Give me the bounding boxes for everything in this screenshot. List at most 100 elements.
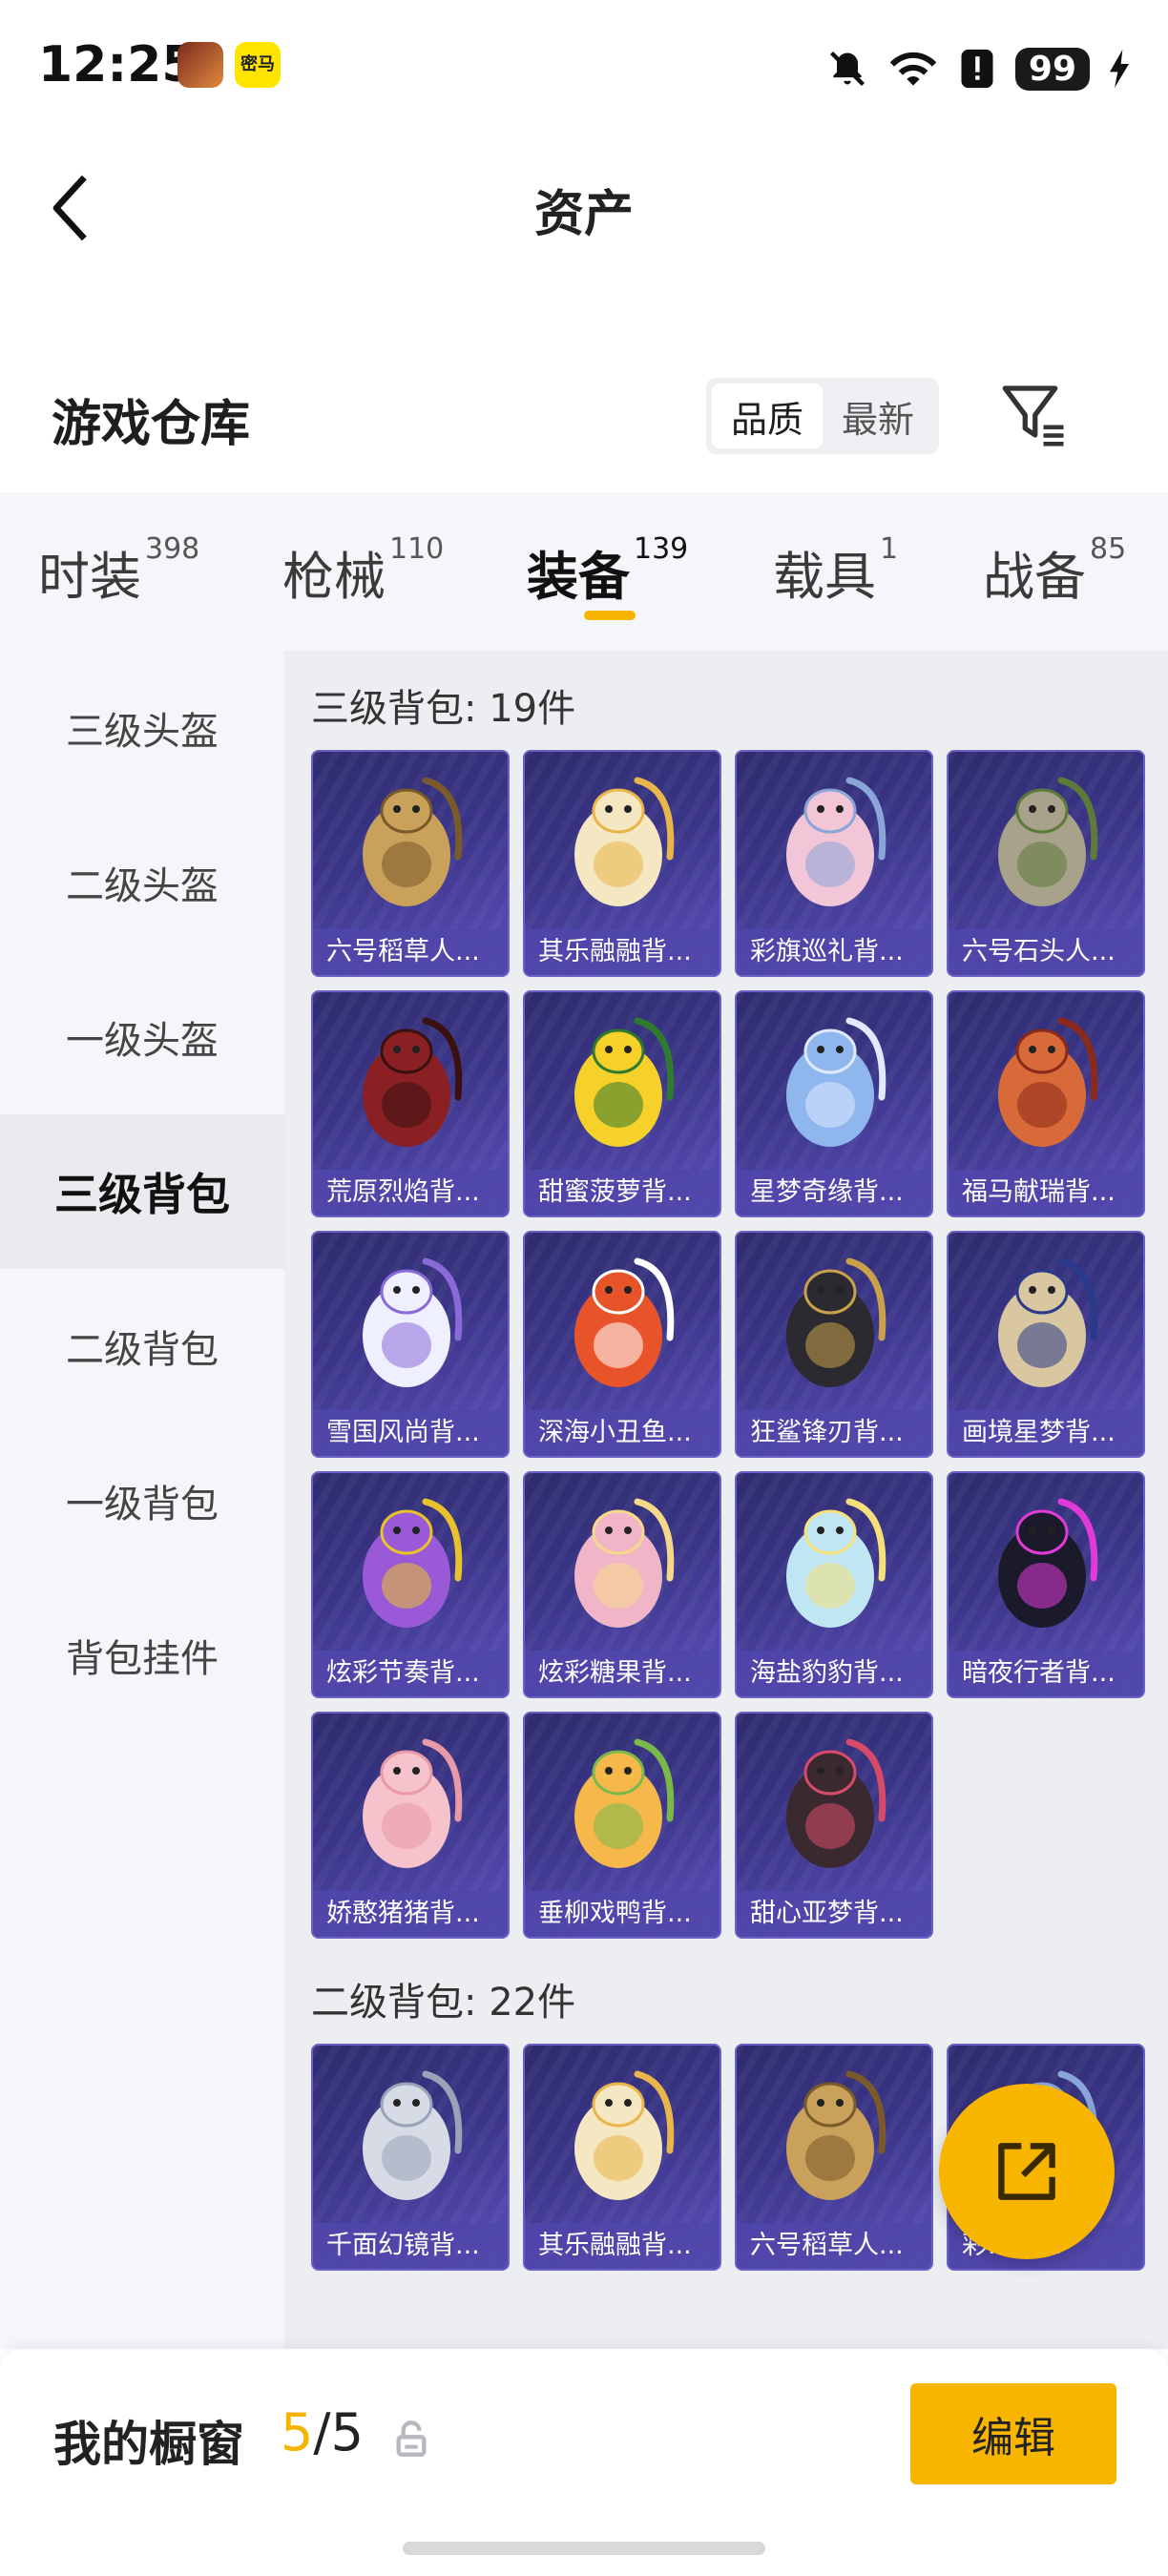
backpack-icon xyxy=(574,1017,675,1147)
backpack-icon xyxy=(998,1257,1098,1387)
item-card[interactable]: 垂柳戏鸭背... xyxy=(523,1712,721,1939)
showcase-bar: 我的橱窗 5/5 编辑 xyxy=(0,2349,1168,2576)
active-tab-indicator xyxy=(584,611,636,620)
warehouse-title: 游戏仓库 xyxy=(52,396,251,453)
backpack-icon xyxy=(786,1257,886,1387)
sort-newest-button[interactable]: 最新 xyxy=(823,384,933,448)
sidebar-item-level3-backpack[interactable]: 三级背包 xyxy=(0,1114,284,1269)
tab-label: 装备 xyxy=(527,547,630,607)
item-name: 福马献瑞背... xyxy=(949,1170,1143,1215)
item-name: 六号稻草人... xyxy=(737,2223,931,2269)
item-name: 垂柳戏鸭背... xyxy=(525,1891,720,1937)
tab-supplies[interactable]: 战备 85 xyxy=(983,532,1127,610)
backpack-icon xyxy=(998,1017,1098,1147)
filter-icon[interactable] xyxy=(1000,382,1067,448)
item-name: 荒原烈焰背... xyxy=(313,1170,508,1215)
item-card[interactable]: 千面幻镜背... xyxy=(311,2044,510,2271)
backpack-icon xyxy=(363,777,463,906)
share-export-icon xyxy=(998,2143,1055,2200)
item-name: 画境星梦背... xyxy=(949,1410,1143,1456)
status-bar: 12:25 密马 99 xyxy=(0,0,1168,134)
edit-button[interactable]: 编辑 xyxy=(910,2383,1116,2484)
item-name: 六号稻草人... xyxy=(313,929,508,975)
showcase-title: 我的橱窗 xyxy=(53,2417,244,2472)
item-name: 炫彩糖果背... xyxy=(525,1651,720,1696)
tab-count: 139 xyxy=(634,532,689,566)
item-card[interactable]: 其乐融融背... xyxy=(523,750,721,977)
backpack-icon xyxy=(786,2070,886,2200)
item-name: 炫彩节奏背... xyxy=(313,1651,508,1696)
tab-equipment[interactable]: 装备 139 xyxy=(527,532,689,610)
page-title: 资产 xyxy=(533,186,634,243)
game-hero-icon xyxy=(177,42,223,88)
item-card[interactable]: 炫彩节奏背... xyxy=(311,1471,510,1698)
item-card[interactable]: 画境星梦背... xyxy=(947,1231,1145,1458)
tab-guns[interactable]: 枪械 110 xyxy=(282,532,445,610)
sidebar-item-level1-helmet[interactable]: 一级头盔 xyxy=(0,960,284,1114)
item-name: 狂鲨锋刃背... xyxy=(737,1410,931,1456)
backpack-icon xyxy=(786,1738,886,1868)
backpack-icon xyxy=(363,1017,463,1147)
mima-app-label: 密马 xyxy=(240,54,275,74)
item-name: 甜心亚梦背... xyxy=(737,1891,931,1937)
section-title-level3: 三级背包: 19件 xyxy=(311,687,576,731)
backpack-icon xyxy=(998,1498,1098,1628)
item-card[interactable]: 娇憨猪猪背... xyxy=(311,1712,510,1939)
section-title-level2: 二级背包: 22件 xyxy=(311,1981,576,2025)
tab-vehicles[interactable]: 载具 1 xyxy=(773,532,899,610)
backpack-icon xyxy=(786,1498,886,1628)
item-name: 其乐融融背... xyxy=(525,929,720,975)
tab-count: 110 xyxy=(389,532,445,566)
tab-label: 枪械 xyxy=(282,547,386,607)
item-card[interactable]: 六号稻草人... xyxy=(311,750,510,977)
item-name: 彩旗巡礼背... xyxy=(737,929,931,975)
item-card[interactable]: 暗夜行者背... xyxy=(947,1471,1145,1698)
item-card[interactable]: 荒原烈焰背... xyxy=(311,990,510,1217)
item-card[interactable]: 六号石头人... xyxy=(947,750,1145,977)
sidebar-item-level3-helmet[interactable]: 三级头盔 xyxy=(0,651,284,805)
backpack-icon xyxy=(363,1257,463,1387)
item-card[interactable]: 星梦奇缘背... xyxy=(735,990,933,1217)
item-name: 其乐融融背... xyxy=(525,2223,720,2269)
item-card[interactable]: 甜心亚梦背... xyxy=(735,1712,933,1939)
item-name: 暗夜行者背... xyxy=(949,1651,1143,1696)
backpack-icon xyxy=(786,777,886,906)
item-name: 六号石头人... xyxy=(949,929,1143,975)
item-card[interactable]: 深海小丑鱼... xyxy=(523,1231,721,1458)
sort-quality-button[interactable]: 品质 xyxy=(712,384,823,448)
item-card[interactable]: 海盐豹豹背... xyxy=(735,1471,933,1698)
backpack-icon xyxy=(574,2070,675,2200)
sidebar-item-backpack-pendant[interactable]: 背包挂件 xyxy=(0,1578,284,1733)
item-card[interactable]: 其乐融融背... xyxy=(523,2044,721,2271)
alert-icon xyxy=(961,49,993,89)
tab-count: 1 xyxy=(880,532,899,566)
sidebar-item-level2-helmet[interactable]: 二级头盔 xyxy=(0,805,284,960)
showcase-separator: / xyxy=(313,2402,331,2462)
sidebar-item-level1-backpack[interactable]: 一级背包 xyxy=(0,1423,284,1578)
sidebar-item-level2-backpack[interactable]: 二级背包 xyxy=(0,1269,284,1423)
home-indicator[interactable] xyxy=(403,2542,765,2555)
showcase-total: 5 xyxy=(330,2402,364,2462)
item-card[interactable]: 六号稻草人... xyxy=(735,2044,933,2271)
backpack-icon xyxy=(574,1257,675,1387)
unlock-icon xyxy=(396,2420,427,2457)
item-card[interactable]: 炫彩糖果背... xyxy=(523,1471,721,1698)
sort-toggle: 品质 最新 xyxy=(706,378,939,454)
tab-fashion[interactable]: 时装 398 xyxy=(38,532,199,610)
item-card[interactable]: 甜蜜菠萝背... xyxy=(523,990,721,1217)
tab-count: 85 xyxy=(1090,532,1127,566)
backpack-icon xyxy=(574,777,675,906)
backpack-icon xyxy=(363,1738,463,1868)
item-card[interactable]: 彩旗巡礼背... xyxy=(735,750,933,977)
item-name: 海盐豹豹背... xyxy=(737,1651,931,1696)
item-name: 甜蜜菠萝背... xyxy=(525,1170,720,1215)
item-card[interactable]: 狂鲨锋刃背... xyxy=(735,1231,933,1458)
item-card[interactable]: 福马献瑞背... xyxy=(947,990,1145,1217)
wifi-icon xyxy=(889,52,937,86)
sidebar: 三级头盔 二级头盔 一级头盔 三级背包 二级背包 一级背包 背包挂件 xyxy=(0,651,284,2349)
item-card[interactable]: 雪国风尚背... xyxy=(311,1231,510,1458)
share-export-button[interactable] xyxy=(939,2084,1115,2259)
backpack-icon xyxy=(998,777,1098,906)
showcase-current: 5 xyxy=(281,2402,314,2462)
battery-level: 99 xyxy=(1014,47,1090,91)
